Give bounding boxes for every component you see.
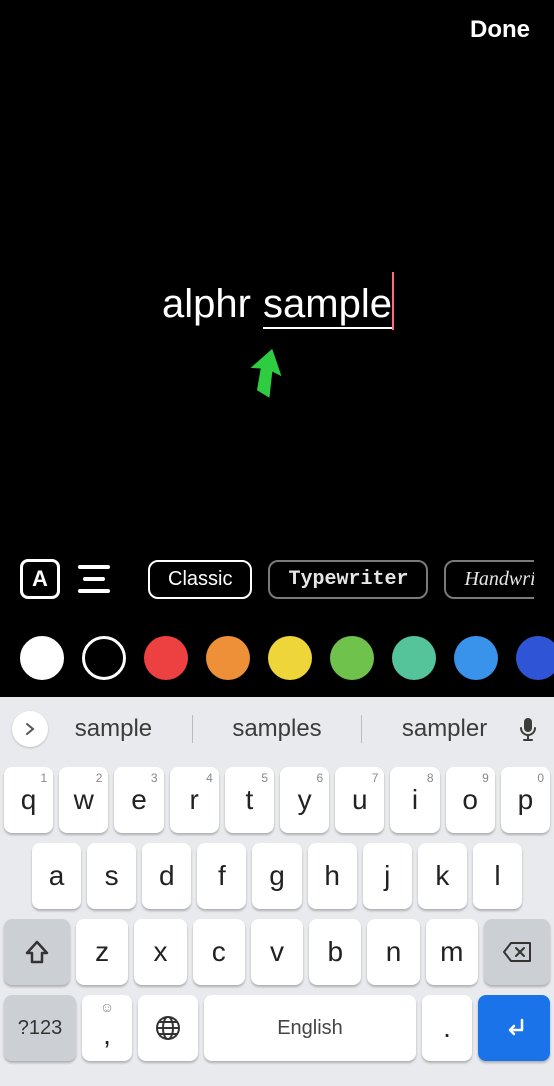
period-key[interactable]: . bbox=[422, 995, 472, 1061]
key-s[interactable]: s bbox=[87, 843, 136, 909]
key-e[interactable]: e3 bbox=[114, 767, 163, 833]
suggestion-bar: sample samples sampler bbox=[0, 697, 554, 761]
emoji-icon: ☺ bbox=[100, 999, 114, 1015]
key-g[interactable]: g bbox=[252, 843, 301, 909]
color-swatch[interactable] bbox=[516, 636, 554, 680]
key-h[interactable]: h bbox=[308, 843, 357, 909]
color-swatch[interactable] bbox=[144, 636, 188, 680]
suggestion-separator bbox=[192, 715, 193, 743]
key-v[interactable]: v bbox=[251, 919, 303, 985]
key-i[interactable]: i8 bbox=[390, 767, 439, 833]
color-swatch[interactable] bbox=[330, 636, 374, 680]
text-input-overlay[interactable]: alphr sample bbox=[162, 282, 392, 329]
color-swatch[interactable] bbox=[82, 636, 126, 680]
key-hint: 2 bbox=[96, 771, 103, 785]
suggestion-word[interactable]: sample bbox=[61, 715, 166, 743]
key-p[interactable]: p0 bbox=[501, 767, 550, 833]
mic-icon[interactable] bbox=[514, 717, 542, 741]
key-hint: 6 bbox=[317, 771, 324, 785]
key-q[interactable]: q1 bbox=[4, 767, 53, 833]
key-o[interactable]: o9 bbox=[446, 767, 495, 833]
key-z[interactable]: z bbox=[76, 919, 128, 985]
text-align-button[interactable] bbox=[78, 565, 110, 593]
language-key[interactable] bbox=[138, 995, 198, 1061]
color-swatch[interactable] bbox=[206, 636, 250, 680]
suggestion-separator bbox=[361, 715, 362, 743]
key-n[interactable]: n bbox=[367, 919, 419, 985]
color-swatch[interactable] bbox=[268, 636, 312, 680]
key-hint: 5 bbox=[261, 771, 268, 785]
key-hint: 7 bbox=[372, 771, 379, 785]
key-hint: 4 bbox=[206, 771, 213, 785]
key-t[interactable]: t5 bbox=[225, 767, 274, 833]
text-toolbar: A Classic Typewriter Handwri bbox=[0, 555, 554, 603]
key-u[interactable]: u7 bbox=[335, 767, 384, 833]
suggestion-word[interactable]: sampler bbox=[388, 715, 501, 743]
backspace-key[interactable] bbox=[484, 919, 550, 985]
typed-word-2: sample bbox=[263, 282, 392, 329]
color-swatch[interactable] bbox=[20, 636, 64, 680]
key-hint: 0 bbox=[537, 771, 544, 785]
key-hint: 9 bbox=[482, 771, 489, 785]
key-k[interactable]: k bbox=[418, 843, 467, 909]
color-palette bbox=[0, 630, 554, 686]
enter-key[interactable] bbox=[478, 995, 550, 1061]
typed-word-1: alphr bbox=[162, 282, 251, 327]
keyboard: sample samples sampler q1w2e3r4t5y6u7i8o9p… bbox=[0, 697, 554, 1086]
font-option-typewriter[interactable]: Typewriter bbox=[268, 560, 428, 599]
story-canvas[interactable]: alphr sample bbox=[0, 60, 554, 550]
comma-key[interactable]: ☺, bbox=[82, 995, 132, 1061]
key-a[interactable]: a bbox=[32, 843, 81, 909]
color-swatch[interactable] bbox=[454, 636, 498, 680]
key-d[interactable]: d bbox=[142, 843, 191, 909]
text-cursor bbox=[392, 272, 394, 330]
key-m[interactable]: m bbox=[426, 919, 478, 985]
expand-suggestions-button[interactable] bbox=[12, 711, 48, 747]
key-f[interactable]: f bbox=[197, 843, 246, 909]
color-swatch[interactable] bbox=[392, 636, 436, 680]
key-c[interactable]: c bbox=[193, 919, 245, 985]
font-option-classic[interactable]: Classic bbox=[148, 560, 252, 599]
key-hint: 8 bbox=[427, 771, 434, 785]
text-style-button[interactable]: A bbox=[20, 559, 60, 599]
key-b[interactable]: b bbox=[309, 919, 361, 985]
done-button[interactable]: Done bbox=[470, 16, 530, 44]
key-l[interactable]: l bbox=[473, 843, 522, 909]
font-option-handwrite[interactable]: Handwri bbox=[444, 560, 534, 599]
key-j[interactable]: j bbox=[363, 843, 412, 909]
suggestion-word[interactable]: samples bbox=[218, 715, 335, 743]
key-r[interactable]: r4 bbox=[170, 767, 219, 833]
key-w[interactable]: w2 bbox=[59, 767, 108, 833]
symbols-key[interactable]: ?123 bbox=[4, 995, 76, 1061]
shift-key[interactable] bbox=[4, 919, 70, 985]
key-hint: 3 bbox=[151, 771, 158, 785]
key-y[interactable]: y6 bbox=[280, 767, 329, 833]
annotation-arrow-icon bbox=[246, 346, 286, 398]
key-x[interactable]: x bbox=[134, 919, 186, 985]
space-key[interactable]: English bbox=[204, 995, 416, 1061]
key-hint: 1 bbox=[41, 771, 48, 785]
